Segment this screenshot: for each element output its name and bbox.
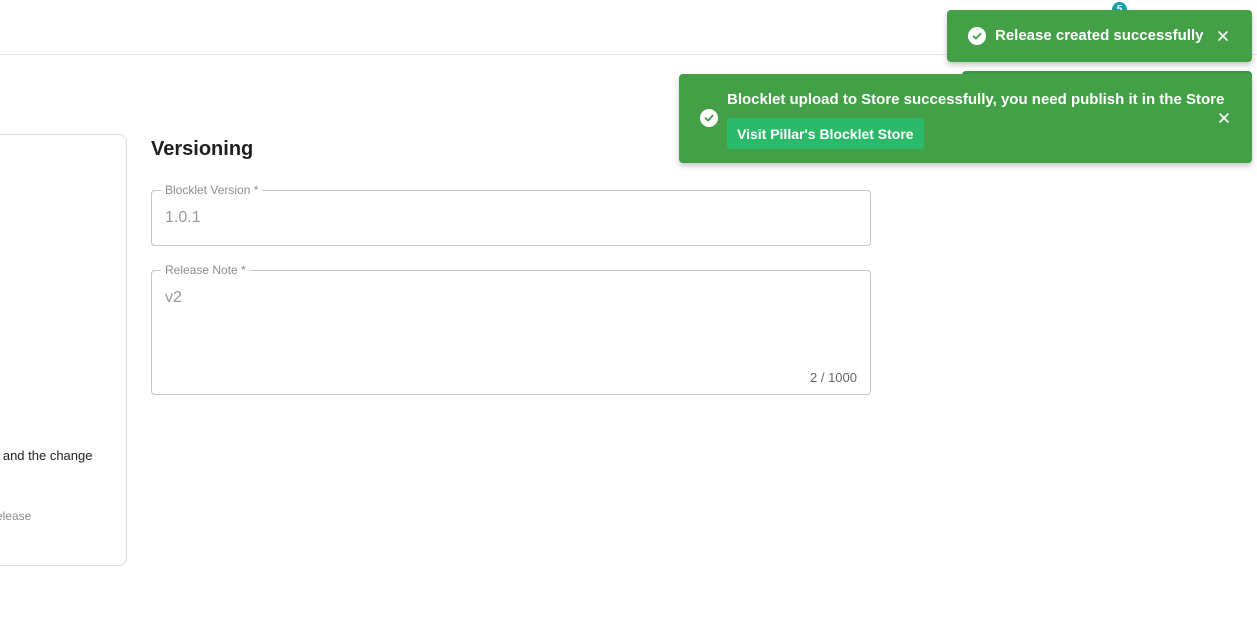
release-page: 5 n and the change release Versioning Bl…	[0, 0, 1257, 633]
check-circle-icon	[968, 27, 986, 45]
blocklet-version-value[interactable]: 1.0.1	[165, 209, 201, 227]
check-circle-icon	[700, 109, 718, 127]
toast-message: Release created successfully	[995, 27, 1204, 44]
release-note-value[interactable]: v2	[165, 289, 182, 307]
close-icon[interactable]	[1216, 110, 1232, 126]
visit-store-button[interactable]: Visit Pillar's Blocklet Store	[727, 118, 924, 149]
left-info-card	[0, 134, 127, 566]
blocklet-version-label: Blocklet Version *	[161, 183, 263, 197]
release-note-char-counter: 2 / 1000	[810, 370, 857, 385]
toast-store-upload: Blocklet upload to Store successfully, y…	[679, 74, 1252, 163]
toast-message: Blocklet upload to Store successfully, y…	[727, 91, 1225, 108]
toast-release-created: Release created successfully	[947, 10, 1252, 62]
release-note-label: Release Note *	[161, 263, 250, 277]
close-icon[interactable]	[1215, 28, 1231, 44]
versioning-title: Versioning	[151, 138, 254, 160]
release-note-field[interactable]: Release Note * v2 2 / 1000	[151, 263, 871, 395]
left-card-hint: release	[0, 509, 32, 523]
left-card-text: n and the change	[0, 448, 93, 463]
blocklet-version-field[interactable]: Blocklet Version * 1.0.1	[151, 183, 871, 246]
